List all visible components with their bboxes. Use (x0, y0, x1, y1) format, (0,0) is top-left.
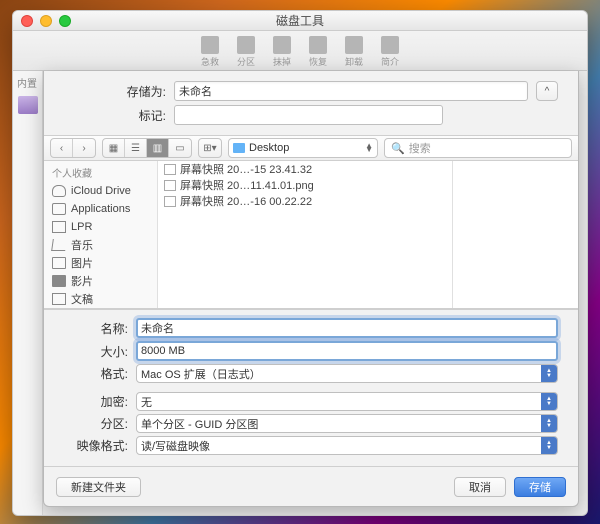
titlebar: 磁盘工具 (13, 11, 587, 31)
sidebar-item-music[interactable]: 音乐 (44, 236, 157, 254)
list-item[interactable]: 屏幕快照 20…11.41.01.png (158, 177, 452, 193)
updown-icon: ▲▼ (541, 437, 557, 454)
name-input[interactable] (136, 318, 558, 338)
preview-column (453, 161, 578, 308)
list-item[interactable]: 屏幕快照 20…-15 23.41.32 (158, 161, 452, 177)
info-icon (381, 36, 399, 54)
favorites-heading: 个人收藏 (44, 161, 157, 182)
firstaid-icon (201, 36, 219, 54)
partition-select[interactable]: 单个分区 - GUID 分区图▲▼ (136, 414, 558, 433)
file-browser: 个人收藏 iCloud Drive Applications LPR 音乐 图片… (44, 161, 578, 309)
updown-icon: ▲▼ (541, 365, 557, 382)
restore-icon (309, 36, 327, 54)
encrypt-select[interactable]: 无▲▼ (136, 392, 558, 411)
toolbar-firstaid[interactable]: 急救 (192, 36, 228, 68)
toolbar: 急救 分区 抹掉 恢复 卸载 简介 (13, 31, 587, 71)
toolbar-restore[interactable]: 恢复 (300, 36, 336, 68)
folder-icon (233, 143, 245, 153)
search-input[interactable]: 🔍 搜索 (384, 138, 572, 158)
list-view-icon[interactable]: ☰ (125, 139, 147, 157)
location-label: Desktop (249, 142, 289, 154)
sidebar-heading: 内置 (13, 71, 42, 94)
home-icon (52, 221, 66, 233)
list-item[interactable]: 屏幕快照 20…-16 00.22.22 (158, 193, 452, 209)
file-icon (164, 196, 176, 207)
save-sheet: 存储为: ^ 标记: ‹ › ▦ ☰ ▥ ▭ (43, 71, 579, 507)
music-icon (51, 239, 67, 251)
toolbar-erase[interactable]: 抹掉 (264, 36, 300, 68)
file-icon (164, 180, 176, 191)
cloud-icon (52, 185, 66, 197)
updown-icon: ▲▼ (541, 393, 557, 410)
save-as-input[interactable] (174, 81, 528, 101)
nav-back-forward[interactable]: ‹ › (50, 138, 96, 158)
browser-toolbar: ‹ › ▦ ☰ ▥ ▭ ⊞▾ Desktop ▲▼ � (44, 135, 578, 161)
back-icon[interactable]: ‹ (51, 139, 73, 157)
gallery-view-icon[interactable]: ▭ (169, 139, 191, 157)
size-input[interactable] (136, 341, 558, 361)
toolbar-partition[interactable]: 分区 (228, 36, 264, 68)
main-sidebar: 内置 (13, 71, 43, 515)
imgfmt-select[interactable]: 读/写磁盘映像▲▼ (136, 436, 558, 455)
sidebar-item-home[interactable]: LPR (44, 218, 157, 236)
image-options-form: 名称: 大小: 格式: Mac OS 扩展（日志式）▲▼ 加密: 无▲▼ 分区:… (44, 309, 578, 466)
icon-view-icon[interactable]: ▦ (103, 139, 125, 157)
window-title: 磁盘工具 (13, 12, 587, 29)
disk-icon[interactable] (18, 96, 38, 114)
search-placeholder: 搜索 (409, 140, 431, 156)
column-view-icon[interactable]: ▥ (147, 139, 169, 157)
applications-icon (52, 203, 66, 215)
save-as-label: 存储为: (64, 83, 174, 100)
name-label: 名称: (64, 320, 136, 337)
erase-icon (273, 36, 291, 54)
encrypt-label: 加密: (64, 393, 136, 410)
size-label: 大小: (64, 343, 136, 360)
favorites-sidebar: 个人收藏 iCloud Drive Applications LPR 音乐 图片… (44, 161, 158, 308)
format-select[interactable]: Mac OS 扩展（日志式）▲▼ (136, 364, 558, 383)
sidebar-item-icloud[interactable]: iCloud Drive (44, 182, 157, 200)
sidebar-item-documents[interactable]: 文稿 (44, 290, 157, 308)
new-folder-button[interactable]: 新建文件夹 (56, 477, 141, 497)
file-column[interactable]: 屏幕快照 20…-15 23.41.32 屏幕快照 20…11.41.01.pn… (158, 161, 453, 308)
toolbar-unmount[interactable]: 卸载 (336, 36, 372, 68)
background-peek: 卷 GB ess (579, 191, 587, 391)
view-mode-selector[interactable]: ▦ ☰ ▥ ▭ (102, 138, 192, 158)
pictures-icon (52, 257, 66, 269)
window-body: 内置 卷 GB ess 存储为: ^ 标记: ‹ (13, 71, 587, 515)
updown-icon: ▲▼ (541, 415, 557, 432)
imgfmt-label: 映像格式: (64, 437, 136, 454)
save-top-form: 存储为: ^ 标记: (44, 71, 578, 135)
updown-icon: ▲▼ (365, 144, 373, 152)
location-selector[interactable]: Desktop ▲▼ (228, 138, 378, 158)
tags-input[interactable] (174, 105, 443, 125)
forward-icon[interactable]: › (73, 139, 95, 157)
movies-icon (52, 275, 66, 287)
group-icon[interactable]: ⊞▾ (199, 139, 221, 157)
partition-icon (237, 36, 255, 54)
file-icon (164, 164, 176, 175)
cancel-button[interactable]: 取消 (454, 477, 506, 497)
toolbar-info[interactable]: 简介 (372, 36, 408, 68)
unmount-icon (345, 36, 363, 54)
sidebar-item-movies[interactable]: 影片 (44, 272, 157, 290)
group-selector[interactable]: ⊞▾ (198, 138, 222, 158)
tags-label: 标记: (64, 107, 174, 124)
search-icon: 🔍 (391, 142, 405, 155)
save-button[interactable]: 存储 (514, 477, 566, 497)
chevron-up-icon: ^ (545, 86, 550, 97)
sidebar-item-pictures[interactable]: 图片 (44, 254, 157, 272)
disk-utility-window: 磁盘工具 急救 分区 抹掉 恢复 卸载 简介 内置 卷 GB ess 存储为: … (12, 10, 588, 516)
format-label: 格式: (64, 365, 136, 382)
partition-label: 分区: (64, 415, 136, 432)
documents-icon (52, 293, 66, 305)
sidebar-item-applications[interactable]: Applications (44, 200, 157, 218)
collapse-button[interactable]: ^ (536, 81, 558, 101)
sheet-footer: 新建文件夹 取消 存储 (44, 466, 578, 506)
